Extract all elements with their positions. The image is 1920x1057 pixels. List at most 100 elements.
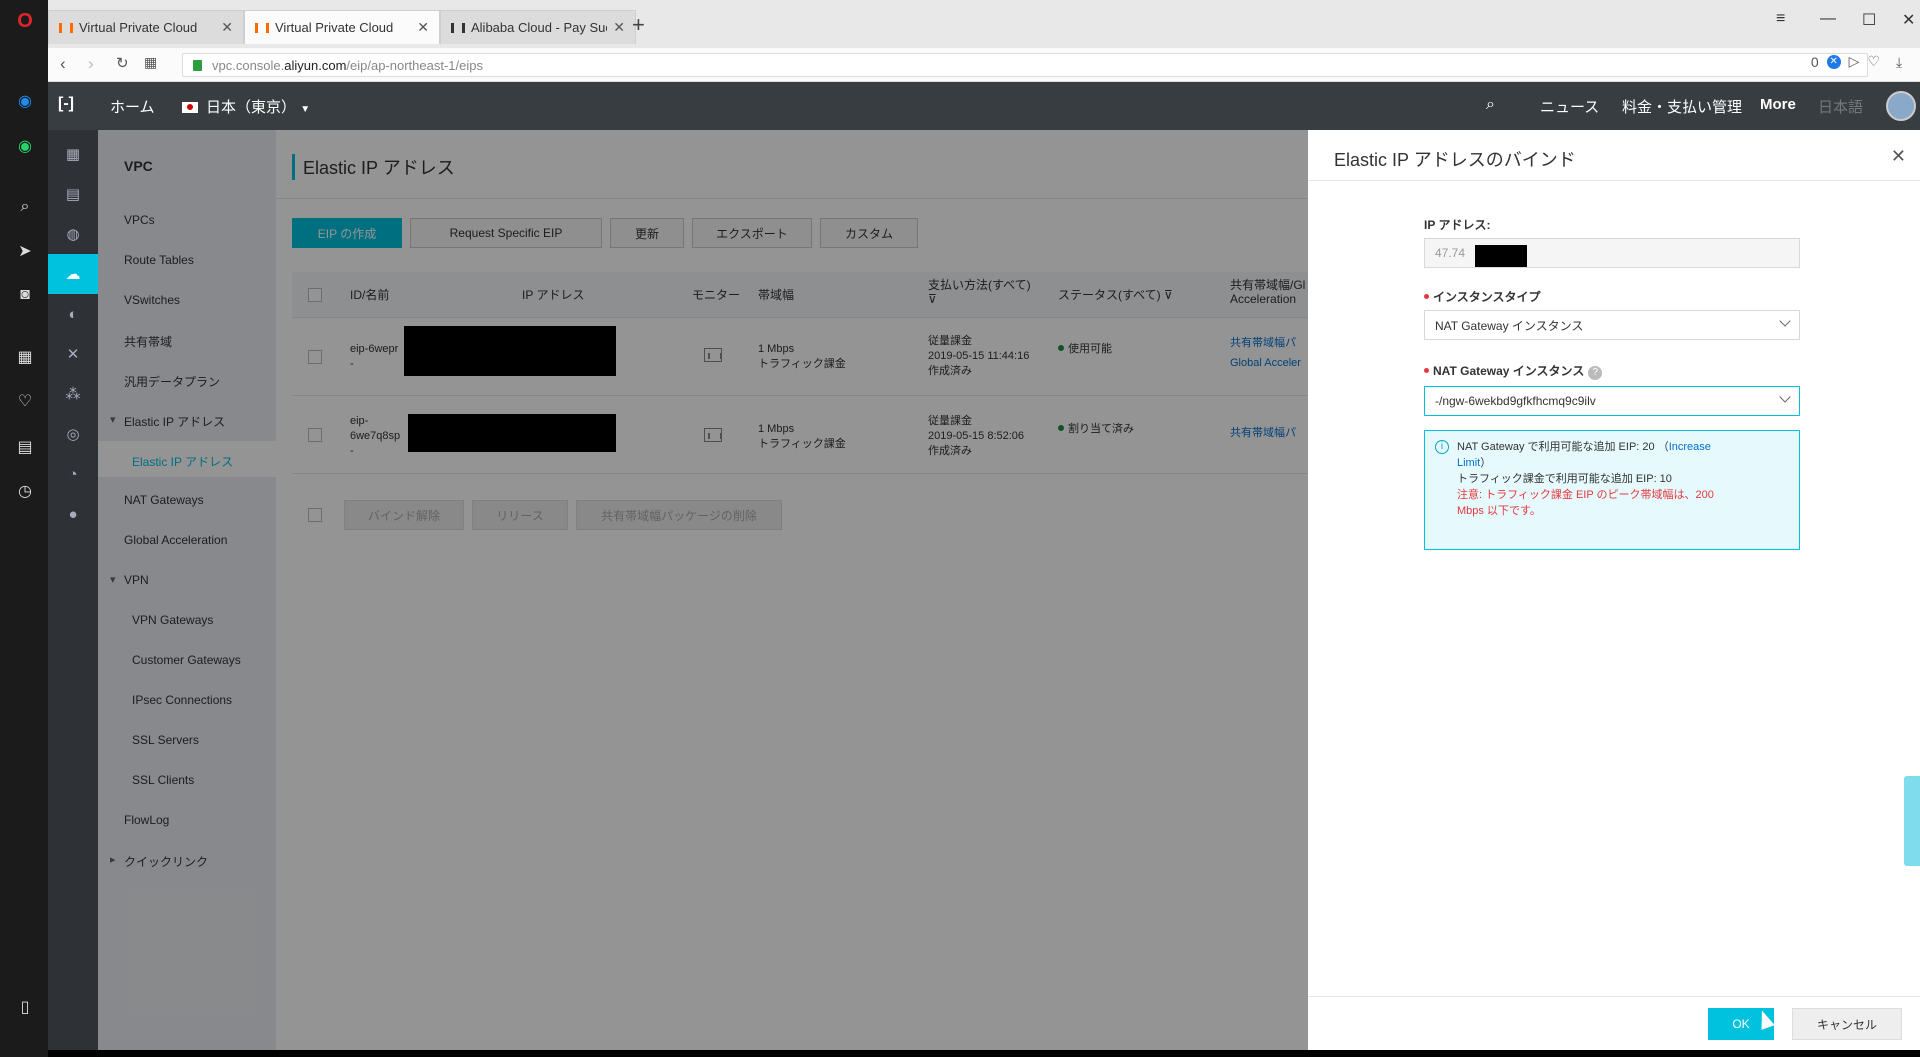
address-bar: ‹ › ↻ ▦ vpc.console. aliyun.com/eip/ap-no… <box>48 48 1920 82</box>
url-field[interactable]: vpc.console. aliyun.com/eip/ap-northeast-… <box>182 53 1868 77</box>
warning-line2: Mbps 以下です。 <box>1457 505 1541 517</box>
instance-type-label-text: インスタンスタイプ <box>1433 290 1541 304</box>
circle-icon[interactable]: ● <box>48 494 98 534</box>
info-line2-suffix: ） <box>1480 457 1492 469</box>
ad-block-icon[interactable]: ✕ <box>1826 54 1841 69</box>
url-path: /eip/ap-northeast-1/eips <box>346 57 483 73</box>
modal-overlay[interactable] <box>98 130 1308 1050</box>
help-icon[interactable]: ? <box>1588 366 1603 380</box>
required-marker <box>1424 368 1429 373</box>
sidebar-toggle-icon[interactable]: ▯ <box>14 996 36 1018</box>
lock-icon <box>193 59 202 71</box>
nat-instance-select[interactable]: -/ngw-6wekbd9gfkfhcmq9c9ilv <box>1424 386 1800 416</box>
home-link[interactable]: ホーム <box>110 96 155 117</box>
maximize-button[interactable]: ☐ <box>1862 10 1876 30</box>
ip-address-label: IP アドレス: <box>1424 218 1491 232</box>
tab-title: Virtual Private Cloud <box>79 20 198 35</box>
chevron-down-icon <box>1779 315 1791 327</box>
avatar[interactable] <box>1886 91 1916 121</box>
network-icon[interactable]: ⁂ <box>48 374 98 414</box>
bind-eip-drawer: Elastic IP アドレスのバインド ✕ IP アドレス: 47.74 イン… <box>1308 130 1920 1050</box>
close-tab-icon[interactable]: ✕ <box>417 19 429 36</box>
browser-tab-active[interactable]: Virtual Private Cloud ✕ <box>244 10 440 44</box>
url-domain: aliyun.com <box>284 57 347 73</box>
increase-limit-link-continued[interactable]: Limit <box>1457 457 1480 469</box>
new-tab-button[interactable]: + <box>632 12 645 38</box>
camera-icon[interactable]: ◙ <box>14 284 36 306</box>
back-button[interactable]: ‹ <box>60 54 66 74</box>
drawer-title: Elastic IP アドレスのバインド <box>1334 150 1576 170</box>
ad-block-count: 0 <box>1810 53 1819 70</box>
instance-type-value: NAT Gateway インスタンス <box>1435 318 1584 333</box>
tab-menu-icon[interactable]: ≡ <box>1776 10 1785 28</box>
feedback-side-tab[interactable] <box>1904 776 1920 866</box>
product-icon-rail: ▦ ▤ ◍ ☁ ◐ ✕ ⁂ ◎ ◔ ● <box>48 130 98 1050</box>
redacted-block <box>1475 245 1527 267</box>
alibaba-favicon-icon <box>59 22 73 33</box>
url-prefix: vpc.console. <box>212 57 285 73</box>
globe-icon[interactable]: ◎ <box>48 414 98 454</box>
nat-instance-label-text: NAT Gateway インスタンス <box>1433 364 1585 378</box>
search-icon[interactable]: ⌕ <box>1486 96 1495 114</box>
messenger-icon[interactable]: ◉ <box>14 90 36 112</box>
opera-sidebar: O ◉ ◉ ⌕ ➤ ◙ ▦ ♡ ▤ ◷ ▯ <box>0 0 48 1057</box>
server-icon[interactable]: ▤ <box>48 174 98 214</box>
analytics-icon[interactable]: ◔ <box>48 454 98 494</box>
region-selector[interactable]: 日本（東京） ▼ <box>182 96 310 117</box>
opera-logo-icon[interactable]: O <box>14 10 36 32</box>
close-tab-icon[interactable]: ✕ <box>221 19 233 36</box>
reload-button[interactable]: ↻ <box>116 54 129 72</box>
cloud-icon[interactable]: ☁ <box>48 254 98 294</box>
nat-instance-value: -/ngw-6wekbd9gfkfhcmq9c9ilv <box>1435 394 1596 408</box>
send-to-flow-icon[interactable]: ▷ <box>1849 53 1860 70</box>
chevron-down-icon: ▼ <box>300 104 311 115</box>
info-box: i NAT Gateway で利用可能な追加 EIP: 20 （Increase… <box>1424 430 1800 550</box>
browser-tab[interactable]: Alibaba Cloud - Pay Succe ✕ <box>440 10 636 44</box>
download-icon[interactable]: ⤓ <box>1896 54 1902 71</box>
nat-instance-label: NAT Gateway インスタンス? <box>1424 362 1603 380</box>
ip-address-value: 47.74 <box>1435 246 1466 260</box>
tab-title: Virtual Private Cloud <box>275 20 394 35</box>
search-icon[interactable]: ⌕ <box>14 196 36 218</box>
increase-limit-link[interactable]: Increase <box>1669 441 1711 453</box>
heart-icon[interactable]: ♡ <box>14 390 36 412</box>
browser-tab-bar: Virtual Private Cloud ✕ Virtual Private … <box>48 0 1920 48</box>
divider <box>1308 996 1920 997</box>
url-actions: 0 ✕ ▷ ♡ <box>1811 53 1880 70</box>
close-icon[interactable]: ✕ <box>1891 146 1906 167</box>
instance-type-select[interactable]: NAT Gateway インスタンス <box>1424 310 1800 340</box>
speed-dial-icon[interactable]: ▦ <box>14 346 36 368</box>
products-grid-icon[interactable]: ▦ <box>48 134 98 174</box>
divider <box>1308 180 1920 181</box>
more-link[interactable]: More <box>1760 96 1796 113</box>
instance-type-label: インスタンスタイプ <box>1424 288 1541 305</box>
news-icon[interactable]: ▤ <box>14 436 36 458</box>
billing-link[interactable]: 料金・支払い管理 <box>1622 96 1742 117</box>
close-window-button[interactable]: ✕ <box>1902 10 1915 30</box>
alibaba-cloud-logo-icon[interactable]: [-] <box>58 95 88 117</box>
minimize-button[interactable]: — <box>1820 10 1836 28</box>
close-tab-icon[interactable]: ✕ <box>613 19 625 36</box>
console-header: [-] ホーム 日本（東京） ▼ ⌕ ニュース 料金・支払い管理 More 日本… <box>48 82 1920 130</box>
alibaba-favicon-icon <box>451 22 465 33</box>
tab-title: Alibaba Cloud - Pay Succe <box>471 20 607 35</box>
tabs-grid-button[interactable]: ▦ <box>144 54 157 71</box>
chevron-down-icon <box>1779 391 1791 403</box>
news-link[interactable]: ニュース <box>1540 96 1599 117</box>
japan-flag-icon <box>182 102 198 113</box>
browser-tab[interactable]: Virtual Private Cloud ✕ <box>48 10 244 44</box>
bookmark-heart-icon[interactable]: ♡ <box>1867 53 1880 70</box>
storage-icon[interactable]: ◐ <box>48 294 98 334</box>
ip-address-field: 47.74 <box>1424 238 1800 268</box>
info-line3: トラフィック課金で利用可能な追加 EIP: 10 <box>1457 473 1672 485</box>
info-icon: i <box>1435 440 1449 454</box>
forward-button[interactable]: › <box>88 54 94 74</box>
language-link[interactable]: 日本語 <box>1818 96 1863 117</box>
database-icon[interactable]: ◍ <box>48 214 98 254</box>
send-icon[interactable]: ➤ <box>14 240 36 262</box>
tools-icon[interactable]: ✕ <box>48 334 98 374</box>
history-icon[interactable]: ◷ <box>14 480 36 502</box>
warning-line1: 注意: トラフィック課金 EIP のピーク帯域幅は、200 <box>1457 489 1714 501</box>
cancel-button[interactable]: キャンセル <box>1792 1008 1902 1040</box>
whatsapp-icon[interactable]: ◉ <box>14 135 36 157</box>
